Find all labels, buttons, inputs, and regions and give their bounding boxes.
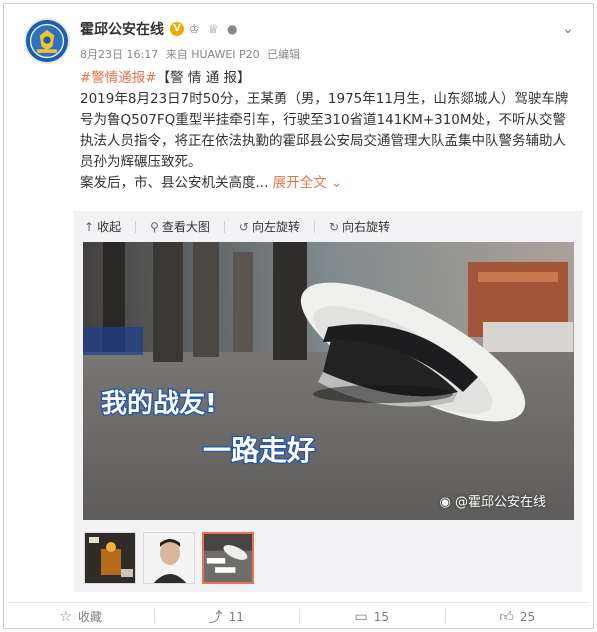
divider [313,220,315,233]
rotate-right-label: 向右旋转 [342,220,391,234]
post-text: #警情通报#【警 情 通 报】 2019年8月23日7时50分，王某勇（男，19… [80,68,575,194]
ellipsis: ... [255,175,269,191]
badge-icon: ♕ [208,22,219,36]
repost-icon: ⤴ [208,609,223,626]
author-row: 霍邱公安在线 V ♔ ♕ ● [80,18,241,40]
post-second-line: 案发后，市、县公安机关高度 [80,175,256,191]
cap-on-road-thumbnail [204,534,252,582]
watermark-text: @霍邱公安在线 [454,495,546,510]
comment-icon: ▭ [354,608,368,625]
weibo-logo-icon: ◉ [439,495,451,510]
author-name[interactable]: 霍邱公安在线 [80,19,164,39]
repost-button[interactable]: ⤴ 11 [153,603,300,630]
expand-link[interactable]: 展开全文 ⌄ [273,175,343,191]
photo-caption-line2: 一路走好 [203,434,315,467]
photo-watermark: ◉ @霍邱公安在线 [440,491,547,510]
comment-button[interactable]: ▭ 15 [299,603,445,630]
like-count: 25 [519,609,536,624]
like-button[interactable]: 👍︎ 25 [444,603,591,630]
divider [223,220,225,233]
photo-caption-line1: 我的战友! [101,388,217,419]
rotate-right-icon: ↻ [328,219,340,234]
favorite-label: 收藏 [78,610,103,624]
edited-label[interactable]: 已编辑 [267,48,300,61]
favorite-button[interactable]: ☆ 收藏 [8,603,154,630]
post-meta: 8月23日 16:17 来自 HUAWEI P20 已编辑 [80,46,304,62]
magnifier-icon: ⚲ [150,219,159,234]
chevron-down-icon: ⌄ [330,175,343,191]
star-icon: ☆ [59,608,73,625]
post-source: 来自 HUAWEI P20 [165,48,260,61]
author-avatar[interactable] [24,18,70,64]
thumbnail-cap[interactable] [202,532,254,584]
police-emblem-icon [26,20,68,62]
rotate-left-label: 向左旋转 [251,220,300,234]
main-photo[interactable]: 我的战友! 一路走好 ◉ @霍邱公安在线 [83,242,574,520]
verified-icon: V [170,22,184,36]
post-body: 2019年8月23日7时50分，王某勇（男，1975年11月生，山东郯城人）驾驶… [80,91,569,170]
rotate-left-button[interactable]: ↺ 向左旋转 [239,218,300,235]
rotate-left-icon: ↺ [238,219,249,234]
thumbnail-memorial[interactable] [84,532,136,584]
topic-tag[interactable]: #警情通报# [80,70,157,86]
weibo-post-card: 霍邱公安在线 V ♔ ♕ ● 8月23日 16:17 来自 HUAWEI P20… [3,3,594,629]
view-large-button[interactable]: ⚲ 查看大图 [150,218,210,235]
chevron-down-icon[interactable]: ⌄ [559,20,577,38]
portrait-image [144,533,194,583]
post-heading: 【警 情 通 报】 [156,70,251,86]
post-header: 霍邱公安在线 V ♔ ♕ ● 8月23日 16:17 来自 HUAWEI P20… [20,16,577,66]
action-bar: ☆ 收藏 ⤴ 11 ▭ 15 👍︎ 25 [8,602,590,630]
police-cap-on-road-image: 我的战友! 一路走好 [83,242,574,520]
memorial-poster-image [85,533,135,583]
post-time[interactable]: 8月23日 16:17 [80,48,158,61]
rotate-right-button[interactable]: ↻ 向右旋转 [329,218,390,235]
thumbnail-portrait[interactable] [143,532,195,584]
thumbs-up-icon: 👍︎ [499,609,514,625]
collapse-button[interactable]: ↑ 收起 [84,218,121,235]
medal-icon: ♔ [189,22,200,36]
image-toolbar: ↑ 收起 ⚲ 查看大图 ↺ 向左旋转 ↻ 向右旋转 [74,211,582,242]
collapse-label: 收起 [97,220,122,234]
repost-count: 11 [228,609,244,624]
photo-viewer: 我的战友! 一路走好 ◉ @霍邱公安在线 [74,242,582,522]
divider [135,220,137,233]
expand-label: 展开全文 [272,175,327,191]
thumbnail-strip [74,522,582,592]
comment-count: 15 [373,609,389,624]
arrow-up-icon: ↑ [84,219,95,234]
view-large-label: 查看大图 [161,220,210,234]
panda-icon: ● [227,22,238,36]
